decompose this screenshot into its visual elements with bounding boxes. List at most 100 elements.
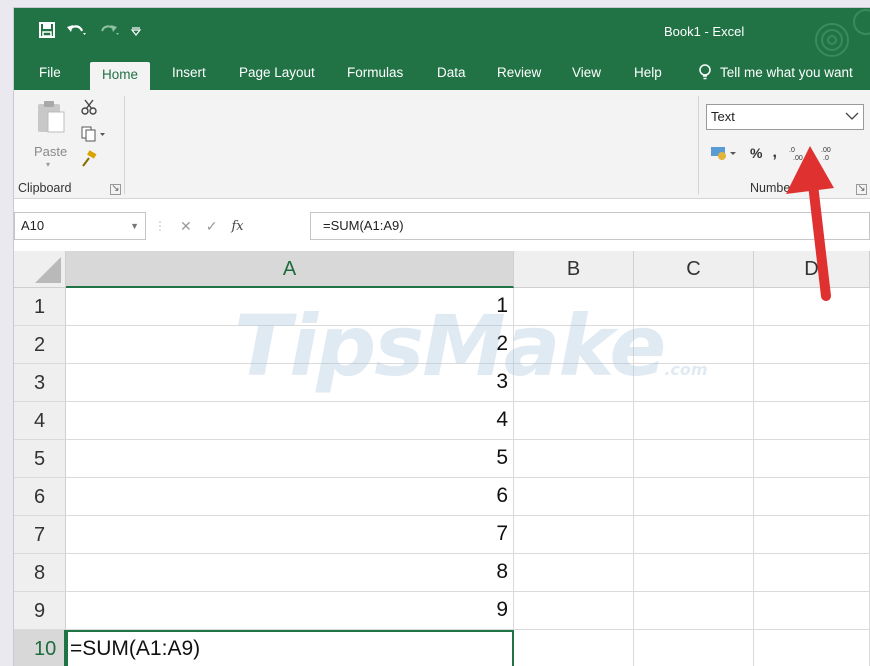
- paste-icon: [38, 101, 65, 133]
- comma-style-button[interactable]: ,: [772, 144, 776, 162]
- cell[interactable]: [634, 440, 754, 478]
- cell[interactable]: [754, 440, 870, 478]
- cell-a[interactable]: 7: [66, 516, 514, 554]
- cell[interactable]: [754, 478, 870, 516]
- cell[interactable]: [634, 516, 754, 554]
- cut-icon[interactable]: [80, 98, 98, 116]
- paste-button[interactable]: Paste ▾: [32, 98, 72, 169]
- cell[interactable]: [514, 592, 634, 630]
- customize-qat-icon[interactable]: [130, 24, 142, 41]
- name-box[interactable]: A10 ▼: [14, 212, 146, 240]
- undo-icon[interactable]: [66, 21, 88, 43]
- worksheet-grid: A B C D 1 1 2 2 3 3 4 4 5 5 6 6 7 7 8 8 9 9 10 =SUM(A1:A9): [14, 251, 870, 666]
- active-cell[interactable]: =SUM(A1:A9): [66, 630, 514, 666]
- cell[interactable]: [634, 364, 754, 402]
- cell[interactable]: [634, 288, 754, 326]
- name-box-dropdown-icon[interactable]: ▼: [130, 213, 139, 239]
- percent-style-button[interactable]: %: [750, 145, 762, 161]
- window-title: Book1 - Excel: [664, 24, 745, 39]
- column-header-d[interactable]: D: [754, 251, 870, 288]
- column-header-a[interactable]: A: [66, 251, 514, 288]
- formula-bar-handle-icon[interactable]: ⋮: [154, 219, 166, 233]
- cell-a[interactable]: 2: [66, 326, 514, 364]
- paste-label: Paste: [34, 144, 68, 159]
- copy-icon[interactable]: [80, 126, 106, 142]
- row-header[interactable]: 9: [14, 592, 66, 630]
- svg-text:.00: .00: [793, 155, 803, 162]
- column-header-c[interactable]: C: [634, 251, 754, 288]
- formula-bar: A10 ▼ ⋮ ✕ ✓ fx =SUM(A1:A9): [14, 206, 870, 246]
- row-header[interactable]: 4: [14, 402, 66, 440]
- name-box-value: A10: [21, 218, 45, 233]
- insert-function-button[interactable]: fx: [231, 219, 243, 234]
- cell[interactable]: [634, 326, 754, 364]
- tab-page-layout[interactable]: Page Layout: [239, 60, 315, 90]
- cell-a[interactable]: 9: [66, 592, 514, 630]
- row-header[interactable]: 3: [14, 364, 66, 402]
- tab-view[interactable]: View: [572, 60, 601, 90]
- cell[interactable]: [514, 326, 634, 364]
- tab-review[interactable]: Review: [497, 60, 541, 90]
- cell[interactable]: [754, 402, 870, 440]
- cell[interactable]: [514, 516, 634, 554]
- row-header[interactable]: 5: [14, 440, 66, 478]
- cell-a[interactable]: 4: [66, 402, 514, 440]
- column-header-b[interactable]: B: [514, 251, 634, 288]
- tell-me-search[interactable]: Tell me what you want: [698, 60, 853, 90]
- number-launcher-icon[interactable]: ↘: [856, 184, 867, 195]
- tab-help[interactable]: Help: [634, 60, 662, 90]
- tab-home[interactable]: Home: [90, 62, 151, 90]
- cell[interactable]: [634, 402, 754, 440]
- cell-a[interactable]: 1: [66, 288, 514, 326]
- format-painter-icon[interactable]: [80, 150, 98, 168]
- cell[interactable]: [514, 440, 634, 478]
- cell-a[interactable]: 6: [66, 478, 514, 516]
- cell[interactable]: [514, 554, 634, 592]
- cell[interactable]: [754, 364, 870, 402]
- cell[interactable]: [514, 630, 634, 666]
- paste-dropdown-icon[interactable]: ▾: [46, 160, 50, 169]
- svg-text:.0: .0: [789, 147, 795, 154]
- increase-decimal-icon[interactable]: .0.00: [787, 144, 807, 162]
- cell[interactable]: [514, 402, 634, 440]
- cell[interactable]: [754, 592, 870, 630]
- row-header[interactable]: 2: [14, 326, 66, 364]
- tab-insert[interactable]: Insert: [172, 60, 206, 90]
- cell[interactable]: [754, 326, 870, 364]
- save-icon[interactable]: [38, 21, 56, 43]
- row-header[interactable]: 8: [14, 554, 66, 592]
- cell-a[interactable]: 5: [66, 440, 514, 478]
- cell[interactable]: [754, 630, 870, 666]
- cell-a[interactable]: 8: [66, 554, 514, 592]
- row-header[interactable]: 1: [14, 288, 66, 326]
- tab-data[interactable]: Data: [437, 60, 466, 90]
- decrease-decimal-icon[interactable]: .00.0: [817, 144, 837, 162]
- cell[interactable]: [514, 364, 634, 402]
- row-header[interactable]: 10: [14, 630, 66, 666]
- cell-a[interactable]: 3: [66, 364, 514, 402]
- tab-formulas[interactable]: Formulas: [347, 60, 403, 90]
- tab-file[interactable]: File: [39, 60, 61, 90]
- cell[interactable]: [514, 478, 634, 516]
- cell[interactable]: [634, 630, 754, 666]
- cell[interactable]: [754, 288, 870, 326]
- row-header[interactable]: 6: [14, 478, 66, 516]
- clipboard-group-label: Clipboard: [18, 181, 72, 195]
- cancel-entry-icon[interactable]: ✕: [180, 218, 192, 235]
- cell[interactable]: [634, 554, 754, 592]
- accounting-format-icon[interactable]: [710, 144, 740, 162]
- confirm-entry-icon[interactable]: ✓: [206, 218, 218, 235]
- redo-icon[interactable]: [98, 21, 120, 43]
- cell[interactable]: [754, 554, 870, 592]
- formula-bar-buttons: ⋮ ✕ ✓ fx: [154, 212, 244, 240]
- row-header[interactable]: 7: [14, 516, 66, 554]
- ribbon-tabs: File Home Insert Page Layout Formulas Da…: [14, 60, 870, 90]
- select-all-button[interactable]: [14, 251, 66, 288]
- cell[interactable]: [634, 478, 754, 516]
- number-format-dropdown[interactable]: Text: [706, 104, 864, 130]
- cell[interactable]: [634, 592, 754, 630]
- cell[interactable]: [754, 516, 870, 554]
- formula-input[interactable]: =SUM(A1:A9): [310, 212, 870, 240]
- cell[interactable]: [514, 288, 634, 326]
- clipboard-launcher-icon[interactable]: ↘: [110, 184, 121, 195]
